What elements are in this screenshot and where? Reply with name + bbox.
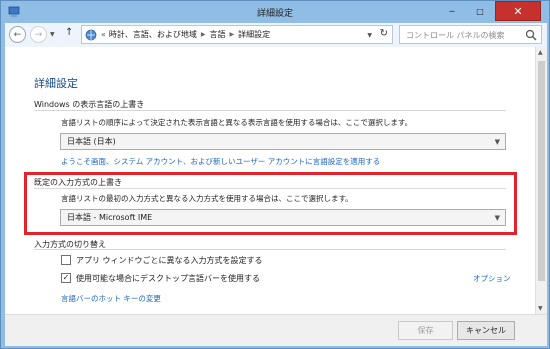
window: 詳細設定 ─ □ ✕ ← → ▼ ↑ « 時計、言語、および地域 ▶ 言語 ▶ … — [0, 0, 550, 349]
desktop-language-bar-label[interactable]: 使用可能な場合にデスクトップ言語バーを使用する — [76, 273, 260, 284]
section-divider — [34, 110, 506, 111]
display-language-description: 言語リストの順序によって決定された表示言語と異なる表示言語を使用する場合は、ここ… — [61, 118, 413, 127]
scrollbar-thumb[interactable] — [538, 61, 545, 281]
address-bar[interactable]: « 時計、言語、および地域 ▶ 言語 ▶ 詳細設定 ▼ ↻ — [81, 25, 393, 44]
scroll-up-icon[interactable]: ▲ — [538, 49, 543, 56]
breadcrumb-separator-icon[interactable]: ▶ — [201, 31, 206, 38]
save-button[interactable]: 保存 — [398, 321, 453, 340]
recent-pages-dropdown-icon[interactable]: ▼ — [50, 31, 55, 38]
language-icon — [85, 29, 97, 40]
display-language-select[interactable]: 日本語 (日本) ▼ — [60, 133, 506, 150]
breadcrumb-advanced[interactable]: 詳細設定 — [238, 29, 270, 40]
back-button[interactable]: ← — [9, 26, 26, 43]
search-icon[interactable] — [525, 29, 537, 41]
minimize-button[interactable]: ─ — [439, 1, 465, 21]
navigation-bar: ← → ▼ ↑ « 時計、言語、および地域 ▶ 言語 ▶ 詳細設定 ▼ ↻ コン… — [5, 23, 547, 47]
cancel-button[interactable]: キャンセル — [457, 321, 515, 340]
breadcrumb-language[interactable]: 言語 — [210, 29, 226, 40]
up-button[interactable]: ↑ — [65, 27, 73, 38]
hotkey-link[interactable]: 言語バーのホット キーの変更 — [61, 293, 161, 304]
highlight-box — [24, 172, 517, 235]
apply-language-settings-link[interactable]: ようこそ画面、システム アカウント、および新しいユーザー アカウントに言語設定を… — [61, 156, 380, 167]
display-language-value: 日本語 (日本) — [67, 137, 116, 146]
vertical-scrollbar[interactable]: ▲ ▼ — [535, 47, 547, 314]
per-app-input-checkbox[interactable] — [61, 255, 71, 265]
options-link[interactable]: オプション — [473, 273, 511, 284]
maximize-button[interactable]: □ — [467, 1, 493, 21]
overflow-chevron[interactable]: « — [101, 30, 106, 39]
content-pane: ▲ ▼ 詳細設定 Windows の表示言語の上書き 言語リストの順序によって決… — [5, 47, 547, 346]
display-language-heading: Windows の表示言語の上書き — [34, 100, 145, 109]
chevron-down-icon[interactable]: ▼ — [495, 138, 500, 146]
search-input[interactable]: コントロール パネルの検索 — [406, 30, 505, 41]
breadcrumb-separator-icon[interactable]: ▶ — [230, 31, 235, 38]
page-title: 詳細設定 — [34, 77, 78, 90]
close-button[interactable]: ✕ — [495, 1, 541, 21]
section-divider — [34, 249, 506, 250]
title-bar[interactable]: 詳細設定 ─ □ ✕ — [1, 1, 549, 23]
breadcrumb-region[interactable]: 時計、言語、および地域 — [109, 29, 197, 40]
per-app-input-label[interactable]: アプリ ウィンドウごとに異なる入力方式を設定する — [76, 255, 263, 266]
scroll-down-icon[interactable]: ▼ — [538, 305, 543, 312]
address-dropdown-icon[interactable]: ▼ — [367, 32, 372, 39]
forward-button[interactable]: → — [30, 26, 47, 43]
refresh-icon[interactable]: ↻ — [380, 28, 388, 39]
search-box[interactable]: コントロール パネルの検索 — [399, 25, 542, 44]
desktop-language-bar-checkbox[interactable]: ✓ — [61, 273, 71, 283]
button-bar: 保存 キャンセル — [5, 314, 547, 346]
